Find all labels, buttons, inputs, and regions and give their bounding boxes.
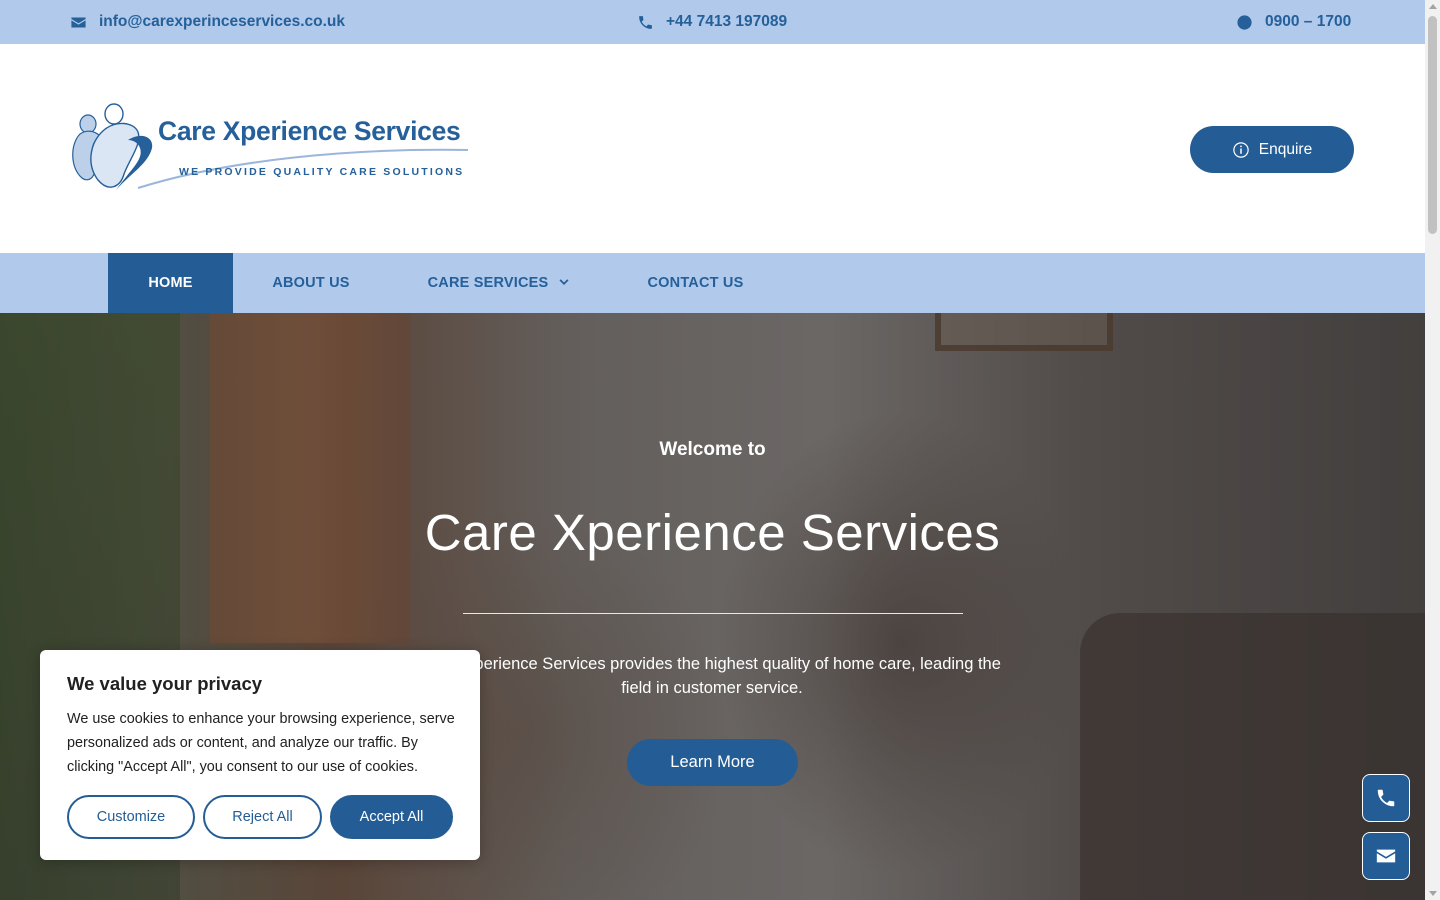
logo-name: Care Xperience Services [158,116,461,146]
email-link[interactable]: info@carexperinceservices.co.uk [70,0,345,44]
nav-item-label: CONTACT US [647,275,744,291]
nav-item-about-us[interactable]: ABOUT US [233,253,389,313]
phone-icon [1377,789,1395,807]
hero-title: Care Xperience Services [424,504,1001,561]
cookie-text: We use cookies to enhance your browsing … [67,711,455,775]
clock-icon [1237,14,1252,30]
site-logo[interactable]: Care Xperience Services WE PROVIDE QUALI… [68,100,478,196]
phone-text: +44 7413 197089 [666,13,788,30]
hero-description: Care Xperience Services provides the hig… [423,655,1001,697]
phone-link[interactable]: +44 7413 197089 [637,0,787,44]
scrollbar-thumb[interactable] [1428,16,1437,234]
chevron-down-icon [559,279,569,285]
nav-item-label: HOME [148,275,193,291]
page-scrollbar[interactable] [1425,0,1440,900]
reject-all-button[interactable]: Reject All [203,795,322,839]
scroll-down-arrow-icon[interactable] [1429,891,1437,896]
accept-all-button[interactable]: Accept All [330,795,453,839]
logo-tagline: WE PROVIDE QUALITY CARE SOLUTIONS [179,166,465,178]
scroll-up-arrow-icon[interactable] [1429,4,1437,9]
hero-divider [463,613,963,614]
nav-item-contact-us[interactable]: CONTACT US [609,253,782,313]
phone-icon [639,15,652,29]
nav-item-home[interactable]: HOME [108,253,233,313]
envelope-icon [71,17,86,27]
hero-welcome-text: Welcome to [659,439,766,460]
envelope-icon [1376,849,1396,863]
site-header: Care Xperience Services WE PROVIDE QUALI… [0,44,1425,253]
nav-item-label: CARE SERVICES [427,275,549,291]
nav-item-care-services[interactable]: CARE SERVICES [389,253,609,313]
opening-hours: 0900 – 1700 [1236,0,1351,44]
main-nav: HOME ABOUT US CARE SERVICES CONTACT US [0,253,1425,313]
enquire-label: Enquire [1258,140,1313,158]
cookie-title: We value your privacy [67,673,263,694]
floating-call-button[interactable] [1362,774,1410,822]
learn-more-button[interactable]: Learn More [627,739,798,786]
logo-figures-icon [72,103,469,190]
floating-email-button[interactable] [1362,832,1410,880]
top-info-bar: info@carexperinceservices.co.uk +44 7413… [0,0,1425,44]
hours-text: 0900 – 1700 [1265,13,1352,30]
cookie-consent-banner: We value your privacy We use cookies to … [40,650,480,860]
enquire-button[interactable]: Enquire [1190,126,1354,173]
nav-item-label: ABOUT US [272,275,350,291]
info-icon [1233,141,1249,158]
customize-button[interactable]: Customize [67,795,195,839]
email-text: info@carexperinceservices.co.uk [99,13,346,30]
